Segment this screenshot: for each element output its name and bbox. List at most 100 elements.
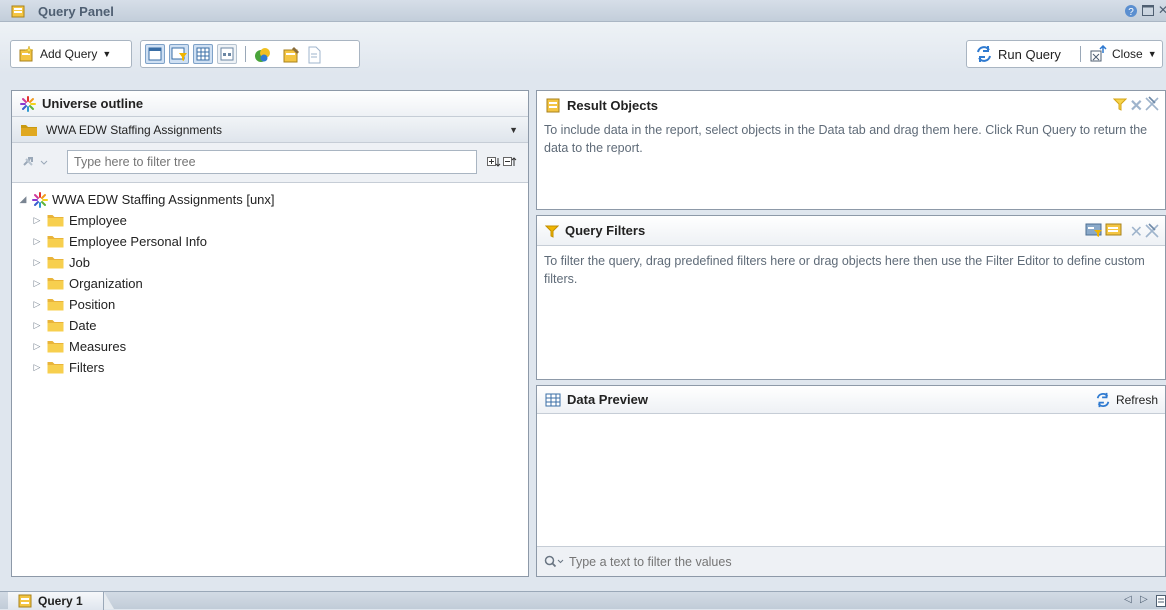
toggle-filters-button[interactable] <box>169 44 189 64</box>
tab-corner <box>104 592 114 609</box>
expand-triangle-icon[interactable]: ▷ <box>30 320 44 331</box>
run-query-label: Run Query <box>998 46 1061 62</box>
filter-icon[interactable] <box>1113 97 1127 111</box>
tree-folder-organization[interactable]: ▷ Organization <box>12 273 528 294</box>
universe-selected-label: WWA EDW Staffing Assignments <box>46 122 223 137</box>
value-filter-input[interactable] <box>567 552 1161 572</box>
folder-label: Job <box>69 255 90 270</box>
chevron-down-icon: ▼ <box>102 49 112 59</box>
refresh-icon <box>1095 392 1111 408</box>
expand-triangle-icon[interactable]: ▷ <box>30 362 44 373</box>
query-filters-header: Query Filters ✕ <box>537 216 1165 246</box>
tree-folder-position[interactable]: ▷ Position <box>12 294 528 315</box>
folder-icon <box>47 235 64 248</box>
tree-folder-job[interactable]: ▷ Job <box>12 252 528 273</box>
add-predefined-filter-icon[interactable] <box>1085 222 1103 238</box>
filter-tools-icon[interactable] <box>22 155 48 169</box>
add-query-button[interactable]: Add Query ▼ <box>10 40 132 68</box>
add-query-label: Add Query <box>40 47 98 61</box>
remove-all-icon[interactable] <box>1144 95 1160 111</box>
close-query-icon <box>1089 45 1107 63</box>
combined-queries-icon[interactable] <box>253 45 273 65</box>
folder-icon <box>47 256 64 269</box>
folder-label: Employee Personal Info <box>69 234 208 249</box>
tree-root[interactable]: ◢ WWA EDW Staffing Assignments [unx] <box>12 189 528 210</box>
tree-folder-measures[interactable]: ▷ Measures <box>12 336 528 357</box>
universe-selector[interactable]: WWA EDW Staffing Assignments ▼ <box>12 117 528 143</box>
toolbar-separator <box>245 46 246 62</box>
universe-outline-panel: Universe outline WWA EDW Staffing Assign… <box>11 90 529 577</box>
collapse-triangle-icon[interactable]: ◢ <box>16 194 30 205</box>
refresh-label: Refresh <box>1115 393 1158 407</box>
result-objects-title: Result Objects <box>567 97 659 113</box>
result-objects-header: Result Objects ✕ <box>537 91 1165 119</box>
data-preview-grid <box>537 414 1165 544</box>
folder-icon <box>47 277 64 290</box>
help-icon[interactable]: ? <box>1124 4 1138 18</box>
tree-folder-employee[interactable]: ▷ Employee <box>12 210 528 231</box>
refresh-icon <box>975 45 993 63</box>
folder-label: Filters <box>69 360 105 375</box>
data-preview-header: Data Preview Refresh <box>537 386 1165 414</box>
tree-root-label: WWA EDW Staffing Assignments [unx] <box>52 192 275 207</box>
tab-label: Query 1 <box>38 594 83 608</box>
refresh-button[interactable]: Refresh <box>1095 392 1158 408</box>
expand-triangle-icon[interactable]: ▷ <box>30 215 44 226</box>
query-panel-icon <box>10 3 26 19</box>
tab-scroll-right-icon[interactable]: ▷ <box>1140 594 1148 605</box>
remove-all-icon[interactable] <box>1144 222 1160 238</box>
tree-filter-row <box>12 143 528 183</box>
folder-label: Organization <box>69 276 143 291</box>
query-filters-panel: Query Filters ✕ To filter the query, dra… <box>536 215 1166 380</box>
window-title: Query Panel <box>38 4 114 19</box>
tree-folder-employee-personal-info[interactable]: ▷ Employee Personal Info <box>12 231 528 252</box>
folder-icon <box>47 340 64 353</box>
universe-icon <box>32 191 48 208</box>
result-objects-panel: Result Objects ✕ To include data in the … <box>536 90 1166 210</box>
close-label: Close <box>1112 47 1143 61</box>
filter-icon <box>545 224 559 238</box>
toggle-data-preview-button[interactable] <box>193 44 213 64</box>
tree-filter-input[interactable] <box>67 150 477 174</box>
query-filters-hint: To filter the query, drag predefined fil… <box>544 254 1145 286</box>
run-query-button[interactable]: Run Query <box>975 45 1061 63</box>
tab-scroll-left-icon[interactable]: ◁ <box>1124 594 1132 605</box>
expand-triangle-icon[interactable]: ▷ <box>30 236 44 247</box>
folder-icon <box>47 214 64 227</box>
folder-label: Position <box>69 297 116 312</box>
expand-triangle-icon[interactable]: ▷ <box>30 299 44 310</box>
value-filter-row <box>537 546 1165 576</box>
search-icon[interactable] <box>544 555 564 569</box>
tab-list-icon[interactable] <box>1156 595 1166 607</box>
toggle-properties-button[interactable] <box>217 44 237 64</box>
close-button[interactable]: Close ▼ <box>1089 45 1157 63</box>
expand-triangle-icon[interactable]: ▷ <box>30 278 44 289</box>
expand-triangle-icon[interactable]: ▷ <box>30 257 44 268</box>
add-query-icon <box>17 45 35 63</box>
universe-tree: ◢ WWA EDW Staffing Assignments [unx] ▷ E… <box>12 183 528 378</box>
tab-query-1[interactable]: Query 1 <box>8 592 104 610</box>
tree-folder-filters[interactable]: ▷ Filters <box>12 357 528 378</box>
add-subquery-icon[interactable] <box>1105 222 1123 238</box>
folder-icon <box>47 361 64 374</box>
expand-all-icon[interactable] <box>487 156 501 168</box>
folder-label: Employee <box>69 213 127 228</box>
close-window-icon[interactable]: ✕ <box>1158 3 1166 17</box>
svg-text:?: ? <box>1128 7 1134 18</box>
universe-icon <box>20 95 36 112</box>
query-properties-icon[interactable] <box>281 45 301 65</box>
toolbar-separator <box>1080 46 1081 62</box>
expand-triangle-icon[interactable]: ▷ <box>30 341 44 352</box>
collapse-all-icon[interactable] <box>503 156 517 168</box>
remove-icon[interactable]: ✕ <box>1130 222 1143 242</box>
chevron-down-icon: ▼ <box>1147 49 1157 59</box>
folder-list: ▷ Employee ▷ Employee Personal Info ▷ Jo… <box>12 210 528 378</box>
data-preview-panel: Data Preview Refresh <box>536 385 1166 577</box>
folder-label: Measures <box>69 339 127 354</box>
tree-folder-date[interactable]: ▷ Date <box>12 315 528 336</box>
toggle-universe-outline-button[interactable] <box>145 44 165 64</box>
view-toolbar <box>140 40 360 68</box>
maximize-icon[interactable] <box>1142 5 1154 16</box>
view-script-icon[interactable] <box>307 46 321 64</box>
remove-icon[interactable]: ✕ <box>1130 96 1143 116</box>
